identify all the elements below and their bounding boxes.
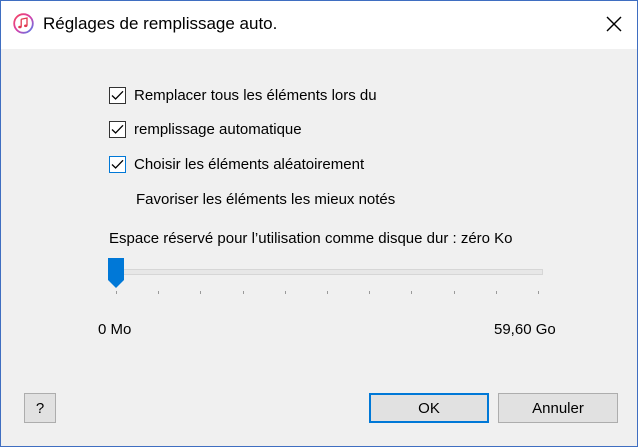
slider-tick [454,291,455,294]
slider-tick [158,291,159,294]
option-random-row[interactable]: Choisir les éléments aléatoirement [109,153,364,175]
close-button[interactable] [597,5,631,43]
option-autofill-row[interactable]: remplissage automatique [109,118,302,140]
reserved-space-label: Espace réservé pour l’utilisation comme … [109,230,513,247]
slider-tick [538,291,539,294]
checkmark-icon [111,159,124,169]
checkmark-icon [111,124,124,134]
autofill-label: remplissage automatique [134,120,302,138]
replace-all-checkbox[interactable] [109,86,126,104]
favor-highest-rated-label: Favoriser les éléments les mieux notés [136,191,396,208]
slider-tick [243,291,244,294]
slider-tick [116,291,117,294]
option-replace-all-row[interactable]: Remplacer tous les éléments lors du [109,84,377,106]
slider-max-label: 59,60 Go [494,321,556,338]
window-title: Réglages de remplissage auto. [43,14,278,33]
close-icon [606,16,622,32]
slider-min-label: 0 Mo [98,321,132,338]
cancel-button[interactable]: Annuler [498,393,618,423]
itunes-note-icon [13,13,34,34]
checkmark-icon [111,90,124,100]
slider-tick [496,291,497,294]
replace-all-label: Remplacer tous les éléments lors du [134,86,377,104]
random-label: Choisir les éléments aléatoirement [134,155,365,173]
slider-thumb[interactable] [107,257,125,289]
slider-tick [200,291,201,294]
slider-tick [285,291,286,294]
slider-track[interactable] [111,269,543,275]
autofill-checkbox[interactable] [109,120,126,138]
disk-space-slider[interactable] [107,257,547,297]
slider-tick [327,291,328,294]
autofill-settings-dialog: Réglages de remplissage auto. Remplacer … [0,0,638,447]
title-bar: Réglages de remplissage auto. [1,1,637,49]
help-button[interactable]: ? [24,393,56,423]
random-checkbox[interactable] [109,155,126,173]
slider-tick [411,291,412,294]
slider-tick [369,291,370,294]
ok-button[interactable]: OK [369,393,489,423]
